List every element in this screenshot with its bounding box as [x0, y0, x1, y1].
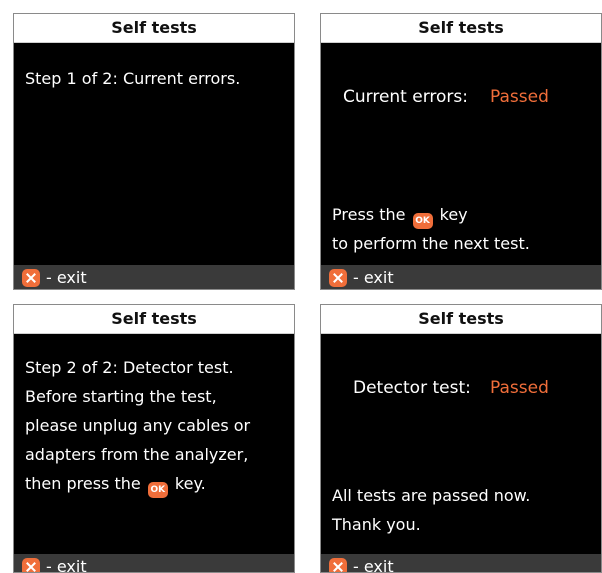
instruction-after: key: [439, 205, 468, 224]
last-line-after: key.: [174, 474, 206, 493]
text-line: adapters from the analyzer,: [25, 445, 249, 464]
exit-label: - exit: [353, 268, 394, 287]
x-key-icon[interactable]: [329, 269, 347, 287]
screen-title: Self tests: [14, 305, 294, 334]
screen-title: Self tests: [321, 14, 601, 43]
instruction-line-2: to perform the next test.: [332, 234, 530, 253]
footer-bar: - exit: [321, 265, 601, 289]
screen-title: Self tests: [14, 14, 294, 43]
text-line-last: then press the OK key.: [25, 469, 288, 498]
x-key-icon[interactable]: [329, 558, 347, 572]
exit-label: - exit: [353, 557, 394, 573]
status-label: Detector test:: [353, 378, 471, 398]
screen-step-1: Self tests Step 1 of 2: Current errors. …: [13, 13, 295, 290]
screen-detector-result: Self tests Detector test: Passed All tes…: [320, 304, 602, 573]
screen-current-errors-result: Self tests Current errors: Passed Press …: [320, 13, 602, 290]
exit-label: - exit: [46, 557, 87, 573]
screen-step-2: Self tests Step 2 of 2: Detector test. B…: [13, 304, 295, 573]
step-text: Step 1 of 2: Current errors.: [25, 69, 241, 88]
ok-key-icon: OK: [412, 213, 433, 229]
text-line: Step 2 of 2: Detector test.: [25, 358, 234, 377]
instruction-before: Press the: [332, 205, 406, 224]
exit-label: - exit: [46, 268, 87, 287]
footer-bar: - exit: [321, 554, 601, 573]
footer-bar: - exit: [14, 265, 294, 289]
footer-bar: - exit: [14, 554, 294, 573]
instruction-text: Press the OK key to perform the next tes…: [332, 200, 595, 258]
text-line: please unplug any cables or: [25, 416, 251, 435]
status-value: Passed: [490, 378, 549, 398]
screen-title: Self tests: [321, 305, 601, 334]
text-line: All tests are passed now.: [332, 486, 531, 505]
status-value: Passed: [490, 87, 549, 107]
instruction-line-1: Press the OK key: [332, 200, 595, 229]
x-key-icon[interactable]: [22, 558, 40, 572]
text-line: Thank you.: [332, 515, 421, 534]
x-key-icon[interactable]: [22, 269, 40, 287]
ok-key-icon: OK: [147, 482, 168, 498]
text-line: Before starting the test,: [25, 387, 217, 406]
status-label: Current errors:: [343, 87, 468, 107]
instruction-text: Step 2 of 2: Detector test. Before start…: [25, 353, 288, 498]
last-line-before: then press the: [25, 474, 141, 493]
result-text: All tests are passed now. Thank you.: [332, 481, 595, 539]
